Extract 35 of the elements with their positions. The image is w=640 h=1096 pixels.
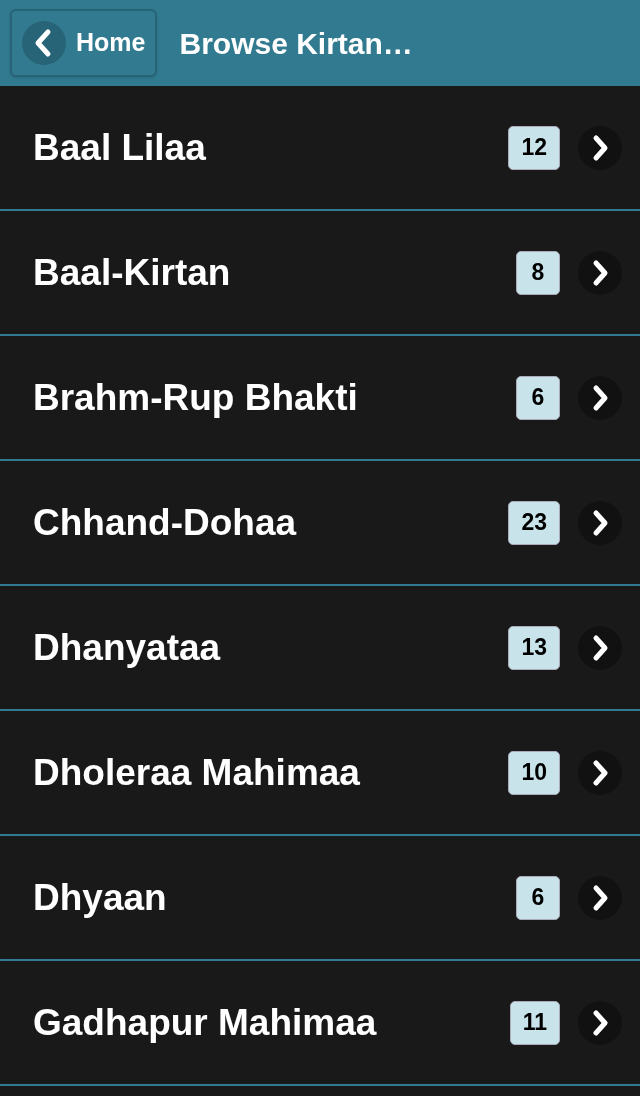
list-item[interactable]: Dhanyataa 13: [0, 586, 640, 711]
count-badge: 12: [508, 125, 560, 170]
count-badge: 6: [516, 875, 560, 920]
list-item[interactable]: Dhyaan 6: [0, 836, 640, 961]
chevron-right-icon: [578, 375, 622, 420]
back-chevron-icon: [22, 21, 66, 65]
screen-title: Browse Kirtan…: [179, 25, 413, 62]
count-badge: 6: [516, 375, 560, 420]
count-badge: 23: [508, 500, 560, 545]
list-item[interactable]: Dholeraa Mahimaa 10: [0, 711, 640, 836]
item-label: Brahm-Rup Bhakti: [33, 375, 359, 420]
chevron-right-icon: [578, 500, 622, 545]
chevron-right-icon: [578, 250, 622, 295]
list-item[interactable]: Baal Lilaa 12: [0, 86, 640, 211]
chevron-right-icon: [578, 625, 622, 670]
item-label: Dhyaan: [33, 875, 168, 920]
list-item[interactable]: Gadhapur Mahimaa 11: [0, 961, 640, 1086]
home-button[interactable]: Home: [10, 9, 158, 77]
chevron-right-icon: [578, 875, 622, 920]
list-item[interactable]: Chhand-Dohaa 23: [0, 461, 640, 586]
count-badge: 10: [508, 750, 560, 795]
item-label: Dholeraa Mahimaa: [33, 750, 361, 795]
item-label: Baal-Kirtan: [33, 250, 232, 295]
list-item[interactable]: Brahm-Rup Bhakti 6: [0, 336, 640, 461]
item-label: Dhanyataa: [33, 625, 222, 670]
item-label: Gadhapur Mahimaa: [33, 1000, 378, 1045]
chevron-right-icon: [578, 750, 622, 795]
count-badge: 11: [509, 1000, 560, 1045]
chevron-right-icon: [578, 1000, 622, 1045]
count-badge: 8: [516, 250, 560, 295]
list-item[interactable]: Baal-Kirtan 8: [0, 211, 640, 336]
item-label: Baal Lilaa: [33, 125, 207, 170]
chevron-right-icon: [578, 125, 622, 170]
item-label: Chhand-Dohaa: [33, 500, 298, 545]
count-badge: 13: [508, 625, 560, 670]
